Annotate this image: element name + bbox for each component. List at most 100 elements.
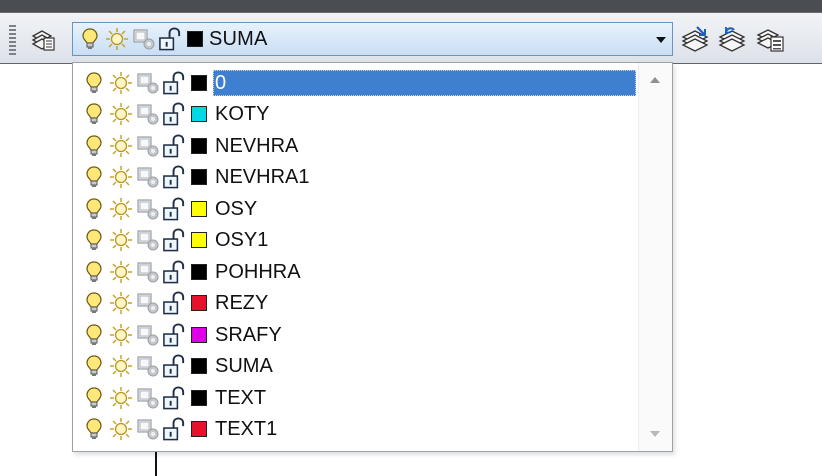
viewport-freeze-icon[interactable] bbox=[135, 164, 160, 190]
layer-name: NEVHRA1 bbox=[215, 166, 310, 189]
bulb-on-icon[interactable] bbox=[77, 26, 102, 52]
app-window: SUMA 0 KOTY NEVHRA NEVHRA1 OSY OSY1 POHH… bbox=[0, 0, 822, 476]
scrollbar[interactable] bbox=[638, 63, 672, 451]
chevron-down-icon[interactable] bbox=[656, 37, 666, 43]
sun-thaw-icon[interactable] bbox=[108, 259, 133, 285]
layer-color-swatch bbox=[191, 137, 207, 154]
layer-state-icons bbox=[81, 133, 207, 159]
layer-row-10[interactable]: TEXT bbox=[81, 382, 636, 414]
viewport-freeze-icon[interactable] bbox=[135, 290, 160, 316]
scroll-down-arrow-icon[interactable] bbox=[650, 431, 660, 437]
layer-properties-button[interactable] bbox=[26, 22, 60, 56]
bulb-on-icon[interactable] bbox=[81, 133, 106, 159]
layer-row-6[interactable]: POHHRA bbox=[81, 256, 636, 288]
layer-row-0[interactable]: 0 bbox=[81, 67, 636, 99]
unlock-icon[interactable] bbox=[162, 227, 187, 253]
unlock-icon[interactable] bbox=[162, 70, 187, 96]
bulb-on-icon[interactable] bbox=[81, 196, 106, 222]
layer-row-2[interactable]: NEVHRA bbox=[81, 130, 636, 162]
unlock-icon[interactable] bbox=[162, 353, 187, 379]
layer-color-swatch bbox=[191, 326, 207, 343]
unlock-icon[interactable] bbox=[158, 26, 183, 52]
layer-name: POHHRA bbox=[215, 260, 301, 283]
layer-color-swatch bbox=[191, 295, 207, 312]
viewport-freeze-icon[interactable] bbox=[135, 70, 160, 96]
layer-previous-button[interactable] bbox=[716, 22, 750, 56]
layer-dropdown-list: 0 KOTY NEVHRA NEVHRA1 OSY OSY1 POHHRA RE… bbox=[72, 62, 673, 452]
layer-row-9[interactable]: SUMA bbox=[81, 351, 636, 383]
sun-thaw-icon[interactable] bbox=[108, 196, 133, 222]
sun-thaw-icon[interactable] bbox=[108, 290, 133, 316]
viewport-freeze-icon[interactable] bbox=[135, 227, 160, 253]
unlock-icon[interactable] bbox=[162, 385, 187, 411]
viewport-freeze-icon[interactable] bbox=[135, 259, 160, 285]
bulb-on-icon[interactable] bbox=[81, 416, 106, 442]
sun-thaw-icon[interactable] bbox=[104, 26, 129, 52]
bulb-on-icon[interactable] bbox=[81, 290, 106, 316]
unlock-icon[interactable] bbox=[162, 164, 187, 190]
layer-row-8[interactable]: SRAFY bbox=[81, 319, 636, 351]
scroll-up-arrow-icon[interactable] bbox=[650, 77, 660, 83]
layer-state-icons bbox=[81, 322, 207, 348]
sun-thaw-icon[interactable] bbox=[108, 322, 133, 348]
layer-row-5[interactable]: OSY1 bbox=[81, 225, 636, 257]
layer-name: NEVHRA bbox=[215, 134, 299, 157]
sun-thaw-icon[interactable] bbox=[108, 164, 133, 190]
viewport-freeze-icon[interactable] bbox=[135, 353, 160, 379]
unlock-icon[interactable] bbox=[162, 101, 187, 127]
layer-color-swatch bbox=[191, 200, 207, 217]
bulb-on-icon[interactable] bbox=[81, 322, 106, 348]
bulb-on-icon[interactable] bbox=[81, 101, 106, 127]
bulb-on-icon[interactable] bbox=[81, 353, 106, 379]
layer-state-icons bbox=[81, 259, 207, 285]
unlock-icon[interactable] bbox=[162, 259, 187, 285]
layer-row-7[interactable]: REZY bbox=[81, 288, 636, 320]
layer-row-3[interactable]: NEVHRA1 bbox=[81, 162, 636, 194]
layer-state-icons bbox=[81, 385, 207, 411]
viewport-freeze-icon[interactable] bbox=[131, 26, 156, 52]
bulb-on-icon[interactable] bbox=[81, 70, 106, 96]
viewport-freeze-icon[interactable] bbox=[135, 133, 160, 159]
layer-combo[interactable]: SUMA bbox=[72, 22, 673, 56]
viewport-freeze-icon[interactable] bbox=[135, 385, 160, 411]
layer-previous-icon bbox=[718, 25, 748, 53]
layer-color-swatch bbox=[191, 169, 207, 186]
layer-state-icons bbox=[81, 290, 207, 316]
sun-thaw-icon[interactable] bbox=[108, 227, 133, 253]
unlock-icon[interactable] bbox=[162, 290, 187, 316]
layer-name: OSY bbox=[215, 197, 258, 220]
bulb-on-icon[interactable] bbox=[81, 227, 106, 253]
unlock-icon[interactable] bbox=[162, 322, 187, 348]
current-layer-label: SUMA bbox=[209, 27, 268, 50]
layer-states-button[interactable] bbox=[754, 22, 788, 56]
viewport-freeze-icon[interactable] bbox=[135, 101, 160, 127]
layer-row-11[interactable]: TEXT1 bbox=[81, 414, 636, 446]
unlock-icon[interactable] bbox=[162, 416, 187, 442]
unlock-icon[interactable] bbox=[162, 196, 187, 222]
unlock-icon[interactable] bbox=[162, 133, 187, 159]
sun-thaw-icon[interactable] bbox=[108, 353, 133, 379]
sun-thaw-icon[interactable] bbox=[108, 385, 133, 411]
sun-thaw-icon[interactable] bbox=[108, 101, 133, 127]
viewport-freeze-icon[interactable] bbox=[135, 196, 160, 222]
layer-name: TEXT1 bbox=[215, 418, 278, 441]
viewport-freeze-icon[interactable] bbox=[135, 416, 160, 442]
make-current-button[interactable] bbox=[679, 22, 713, 56]
layer-name: OSY1 bbox=[215, 229, 269, 252]
bulb-on-icon[interactable] bbox=[81, 259, 106, 285]
sun-thaw-icon[interactable] bbox=[108, 133, 133, 159]
layer-name: REZY bbox=[215, 292, 269, 315]
window-top-border bbox=[0, 0, 822, 12]
layer-color-swatch bbox=[191, 263, 207, 280]
layer-row-4[interactable]: OSY bbox=[81, 193, 636, 225]
layer-color-swatch bbox=[191, 358, 207, 375]
bulb-on-icon[interactable] bbox=[81, 385, 106, 411]
sun-thaw-icon[interactable] bbox=[108, 416, 133, 442]
sun-thaw-icon[interactable] bbox=[108, 70, 133, 96]
layer-states-icon bbox=[756, 25, 786, 53]
bulb-on-icon[interactable] bbox=[81, 164, 106, 190]
layer-row-1[interactable]: KOTY bbox=[81, 99, 636, 131]
toolbar-grip[interactable] bbox=[9, 25, 16, 55]
viewport-freeze-icon[interactable] bbox=[135, 322, 160, 348]
layer-color-swatch bbox=[191, 389, 207, 406]
